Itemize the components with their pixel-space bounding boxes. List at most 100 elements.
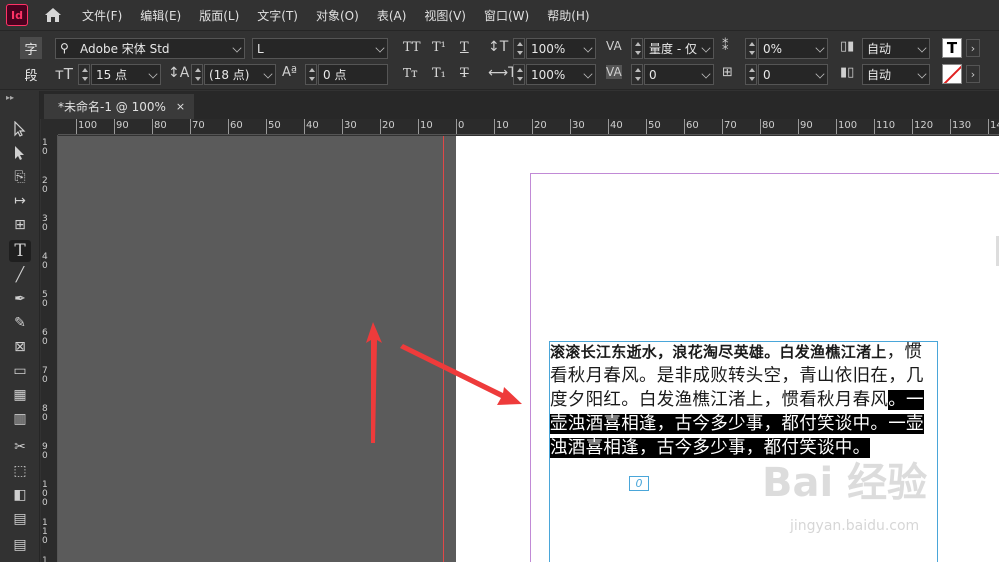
superscript-icon[interactable]: T¹ (432, 40, 446, 55)
tsume-value: 0% (763, 41, 783, 56)
horizontal-scale-field[interactable]: 100% (526, 64, 596, 85)
ruler-tick (684, 119, 685, 134)
tracking-field[interactable]: 0 (644, 64, 714, 85)
scissors-tool-icon[interactable]: ✂ (9, 436, 31, 458)
tracking-icon: VA (606, 65, 622, 79)
menu-layout[interactable]: 版面(L) (199, 7, 239, 24)
home-icon[interactable] (42, 4, 64, 26)
ruler-tick (988, 119, 989, 134)
mojikumi-before-field[interactable]: 自动 (862, 38, 930, 59)
chevron-down-icon (583, 43, 593, 53)
mojikumi-after-field[interactable]: 自动 (862, 64, 930, 85)
direct-selection-tool-icon[interactable] (9, 142, 31, 164)
font-family-value: Adobe 宋体 Std (80, 42, 170, 56)
selection-tool-icon[interactable] (9, 118, 31, 140)
aki-stepper[interactable] (745, 64, 757, 85)
horizontal-grid-tool-icon[interactable]: ▦ (9, 384, 31, 406)
menu-type[interactable]: 文字(T) (257, 7, 298, 24)
note-tool-icon[interactable]: ▤ (9, 534, 31, 556)
leading-field[interactable]: (18 点) (204, 64, 276, 85)
character-controls-tab[interactable]: 字 (20, 37, 42, 59)
ruler-label: 80 (762, 120, 775, 131)
font-style-field[interactable]: L (252, 38, 388, 59)
ruler-label: 120 (914, 120, 934, 131)
vertical-scale-field[interactable]: 100% (526, 38, 596, 59)
horizontal-ruler[interactable]: 100 90 80 70 60 50 40 30 20 10 0 10 20 30 40 50 60 70 80 90… (58, 119, 999, 135)
vertical-scale-icon: ↕T (488, 39, 509, 55)
fill-swatch-icon[interactable]: T (942, 38, 962, 58)
ruler-label: 80 (154, 120, 167, 131)
ruler-label: 10 (42, 138, 48, 157)
gradient-feather-tool-icon[interactable]: ▤ (9, 508, 31, 530)
ruler-label: 30 (572, 120, 585, 131)
panel-collapse-icon[interactable]: ▸▸ (6, 93, 14, 102)
ruler-tick (380, 119, 381, 134)
aki-field[interactable]: 0 (758, 64, 828, 85)
baseline-shift-field[interactable]: 0 点 (318, 64, 388, 85)
small-caps-icon[interactable]: Tт (403, 66, 418, 80)
kerning-field[interactable]: 量度 - 仅 (644, 38, 714, 59)
kerning-stepper[interactable] (631, 38, 643, 59)
stroke-none-swatch-icon[interactable] (942, 64, 962, 84)
panel-expand-button[interactable]: › (966, 39, 980, 57)
free-transform-tool-icon[interactable]: ⬚ (9, 460, 31, 482)
page-tool-icon[interactable]: ⎘ (9, 166, 31, 188)
all-caps-icon[interactable]: TT (403, 40, 421, 55)
panel-expand-button-2[interactable]: › (966, 65, 980, 83)
tsume-stepper[interactable] (745, 38, 757, 59)
ruler-label: 60 (686, 120, 699, 131)
menu-table[interactable]: 表(A) (377, 7, 407, 24)
rectangle-frame-tool-icon[interactable]: ⊠ (9, 336, 31, 358)
document-tab-title: *未命名-1 @ 100% (58, 100, 166, 114)
text-frame-out-port[interactable]: 0 (629, 476, 649, 491)
ruler-tick (76, 119, 77, 134)
ruler-tick (646, 119, 647, 134)
menu-help[interactable]: 帮助(H) (547, 7, 589, 24)
tracking-stepper[interactable] (631, 64, 643, 85)
menu-edit[interactable]: 编辑(E) (140, 7, 181, 24)
rectangle-tool-icon[interactable]: ▭ (9, 360, 31, 382)
pasteboard[interactable] (58, 136, 456, 562)
menu-file[interactable]: 文件(F) (82, 7, 122, 24)
underline-icon[interactable]: T (460, 40, 469, 55)
ruler-origin[interactable] (41, 119, 58, 135)
strikethrough-icon[interactable]: T (460, 66, 469, 81)
document-tab[interactable]: *未命名-1 @ 100% × (44, 94, 194, 119)
gap-tool-icon[interactable]: ↦ (9, 190, 31, 212)
vertical-ruler[interactable]: 10 20 30 40 50 60 70 80 90 100 110 120 (41, 135, 58, 562)
ruler-label: 100 (42, 480, 48, 508)
menu-view[interactable]: 视图(V) (424, 7, 466, 24)
leading-stepper[interactable] (191, 64, 203, 85)
menu-object[interactable]: 对象(O) (316, 7, 359, 24)
control-panel: 字 段 ⚲ Adobe 宋体 Std L тT 15 点 ↕A (18 点) A… (0, 30, 999, 90)
paragraph-controls-tab[interactable]: 段 (20, 63, 42, 85)
ruler-label: 70 (724, 120, 737, 131)
ruler-label: 20 (382, 120, 395, 131)
document-tab-strip: *未命名-1 @ 100% × (0, 91, 999, 119)
type-tool-icon[interactable]: T (9, 240, 31, 262)
ruler-label: 10 (496, 120, 509, 131)
mojikumi-before-icon: ▯▮ (840, 39, 855, 54)
menu-window[interactable]: 窗口(W) (484, 7, 529, 24)
chevron-down-icon (263, 69, 273, 79)
subscript-icon[interactable]: T₁ (432, 66, 446, 81)
horizontal-scale-stepper[interactable] (513, 64, 525, 85)
line-tool-icon[interactable]: ╱ (9, 264, 31, 286)
ruler-tick (836, 119, 837, 134)
baseline-shift-stepper[interactable] (305, 64, 317, 85)
close-icon[interactable]: × (176, 100, 185, 113)
indesign-app-icon[interactable]: Id (6, 4, 28, 26)
pencil-tool-icon[interactable]: ✎ (9, 312, 31, 334)
pen-tool-icon[interactable]: ✒ (9, 288, 31, 310)
gradient-swatch-tool-icon[interactable]: ◧ (9, 484, 31, 506)
content-collector-icon[interactable]: ⊞ (9, 214, 31, 236)
font-size-field[interactable]: 15 点 (91, 64, 161, 85)
tsume-field[interactable]: 0% (758, 38, 828, 59)
ruler-label: 110 (876, 120, 896, 131)
font-size-stepper[interactable] (78, 64, 90, 85)
text-content[interactable]: 滚滚长江东逝水，浪花淘尽英雄。白发渔樵江渚上，惯看秋月春风。是非成败转头空，青山… (550, 340, 938, 460)
vertical-grid-tool-icon[interactable]: ▥ (9, 408, 31, 430)
vertical-scale-stepper[interactable] (513, 38, 525, 59)
font-family-field[interactable]: ⚲ Adobe 宋体 Std (55, 38, 245, 59)
search-icon: ⚲ (60, 41, 69, 55)
